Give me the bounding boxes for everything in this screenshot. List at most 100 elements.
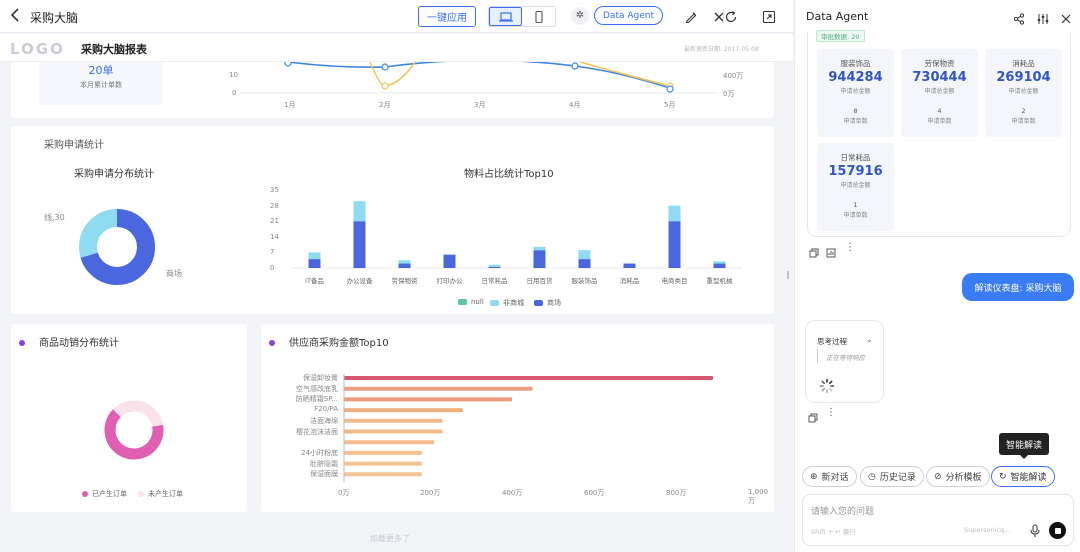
scroll-hint: 加载更多了: [370, 534, 410, 543]
bar-y-tick: 21: [270, 217, 279, 226]
bar-segment: [578, 250, 591, 260]
legend-item-ordered: 已产生订单: [82, 489, 127, 499]
hbar: [344, 408, 463, 413]
copy-icon[interactable]: [808, 408, 820, 423]
bar-segment: [353, 221, 366, 268]
legend-swatch: [138, 491, 144, 497]
mobile-view-button[interactable]: [522, 7, 555, 26]
bar-segment: [533, 246, 546, 251]
category-count-label: 申请单数: [843, 212, 868, 219]
category-count-label: 申请单数: [843, 118, 868, 125]
hbar-label: 肚脐隐霜: [310, 459, 338, 468]
trend-point: [666, 85, 674, 93]
hbar-label: F20/PA: [314, 405, 338, 414]
bar-segment: [443, 254, 456, 268]
chevron-down-icon[interactable]: ⌄: [866, 335, 873, 344]
top-bar: 采购大脑 一键应用 ✲ Data Agent: [0, 0, 793, 33]
month-label: 3月: [474, 101, 486, 109]
hbar-label: 防晒精霜SP...: [295, 395, 338, 404]
bar-x-label: 电商类目: [661, 277, 688, 285]
month-label: 4月: [569, 101, 581, 109]
chart-view-icon[interactable]: [826, 243, 838, 258]
smart-interpret-button[interactable]: ↻ 智能解读: [991, 466, 1055, 487]
purchase-section-title: 采购申请统计: [44, 140, 104, 151]
share-icon[interactable]: [1013, 10, 1025, 25]
hbar-label: 樱花泡沫洁面: [296, 427, 338, 436]
left-tick: 10: [229, 71, 238, 79]
month-label: 5月: [664, 101, 676, 109]
hbar: [344, 418, 443, 423]
hbar-x-tick: 800万: [666, 489, 687, 497]
hbar-label: 24小时粉底: [301, 448, 338, 457]
month-label: 2月: [379, 101, 391, 109]
legend-swatch: [458, 299, 467, 305]
user-message-bubble: 解读仪表盘: 采购大脑: [962, 273, 1074, 301]
thinking-divider: [817, 349, 818, 363]
plus-circle-icon: ⊕: [810, 471, 818, 482]
history-button[interactable]: ◷ 历史记录: [860, 466, 924, 487]
hbar-x-tick: 600万: [584, 489, 605, 497]
hbar: [344, 376, 713, 380]
right-tick: 0万: [723, 90, 735, 98]
trend-point: [284, 62, 292, 67]
category-amount: 269104: [996, 70, 1051, 85]
bar-segment: [308, 259, 321, 268]
legend-swatch: [490, 300, 499, 306]
stop-button[interactable]: [1049, 522, 1066, 539]
more-icon[interactable]: ⋮: [826, 407, 838, 419]
bar-segment: [488, 264, 501, 267]
category-count: 4: [937, 107, 942, 115]
update-date: 最新更新日期: 2017-05-08: [684, 46, 759, 53]
desktop-view-button[interactable]: [489, 7, 523, 26]
report-header: LOGO 采购大脑报表 最新更新日期: 2017-05-08: [0, 34, 793, 62]
new-chat-button[interactable]: ⊕ 新对话: [802, 466, 857, 487]
copy-icon[interactable]: [809, 243, 821, 258]
trend-point: [381, 82, 389, 90]
hbar: [344, 429, 443, 434]
back-arrow-icon[interactable]: [10, 8, 24, 24]
stop-icon: [1054, 527, 1061, 534]
tooltip-arrow: [1020, 455, 1028, 459]
trend-line-yellow-2: [579, 62, 671, 87]
chat-input-placeholder[interactable]: 请输入您的问题: [811, 504, 874, 517]
sales-section-title: 商品动销分布统计: [19, 334, 119, 349]
panel-resize-handle[interactable]: ‖: [786, 270, 792, 282]
material-bar-svg: [292, 201, 742, 269]
microphone-icon[interactable]: [1029, 523, 1041, 537]
bar-x-label: IT备品: [305, 277, 324, 285]
thinking-title: 思考过程: [817, 337, 847, 346]
hbar-label: 保湿面膜: [310, 470, 338, 479]
section-dot-icon: [269, 340, 275, 346]
category-amount: 944284: [828, 70, 883, 85]
result-badge: 审批数据: 20: [816, 30, 865, 42]
close-panel-icon[interactable]: [1060, 10, 1072, 24]
expand-icon[interactable]: [762, 9, 776, 24]
chat-input-box[interactable]: 请输入您的问题 Shift + ↵ 换行 Supersonicq...: [802, 494, 1074, 546]
settings-sliders-icon[interactable]: [1037, 10, 1049, 24]
bar-legend-item: null: [458, 298, 484, 306]
category-card: 劳保物资 730444 申请总金额 4 申请单数: [901, 49, 978, 137]
category-name: 日常耗品: [840, 153, 871, 162]
data-agent-pill[interactable]: Data Agent: [594, 6, 663, 25]
bar-segment: [308, 252, 321, 260]
category-count: 2: [1021, 107, 1026, 115]
category-name: 服装饰品: [840, 59, 871, 68]
category-card: 消耗品 269104 申请总金额 2 申请单数: [985, 49, 1062, 137]
donut-label-left: 线,30: [44, 213, 65, 222]
one-click-apply-button[interactable]: 一键应用: [418, 6, 476, 27]
legend-swatch: [82, 491, 88, 497]
bar-x-label: 办公设备: [346, 277, 373, 285]
legend-item-not-ordered: 未产生订单: [138, 489, 183, 499]
history-icon: ◷: [868, 471, 876, 482]
bar-y-tick: 7: [270, 248, 275, 257]
more-icon[interactable]: ⋮: [845, 242, 857, 254]
section-dot-icon: [19, 340, 25, 346]
pen-icon[interactable]: [684, 9, 698, 24]
data-agent-chip[interactable]: ✲ Data Agent: [571, 6, 663, 25]
panel-title: Data Agent: [806, 10, 869, 23]
category-count: 8: [853, 107, 858, 115]
hbar: [344, 472, 422, 477]
analysis-template-button[interactable]: ⊘ 分析模板: [926, 466, 990, 487]
agent-logo-icon: ✲: [571, 6, 589, 25]
refresh-icon[interactable]: [724, 9, 738, 23]
